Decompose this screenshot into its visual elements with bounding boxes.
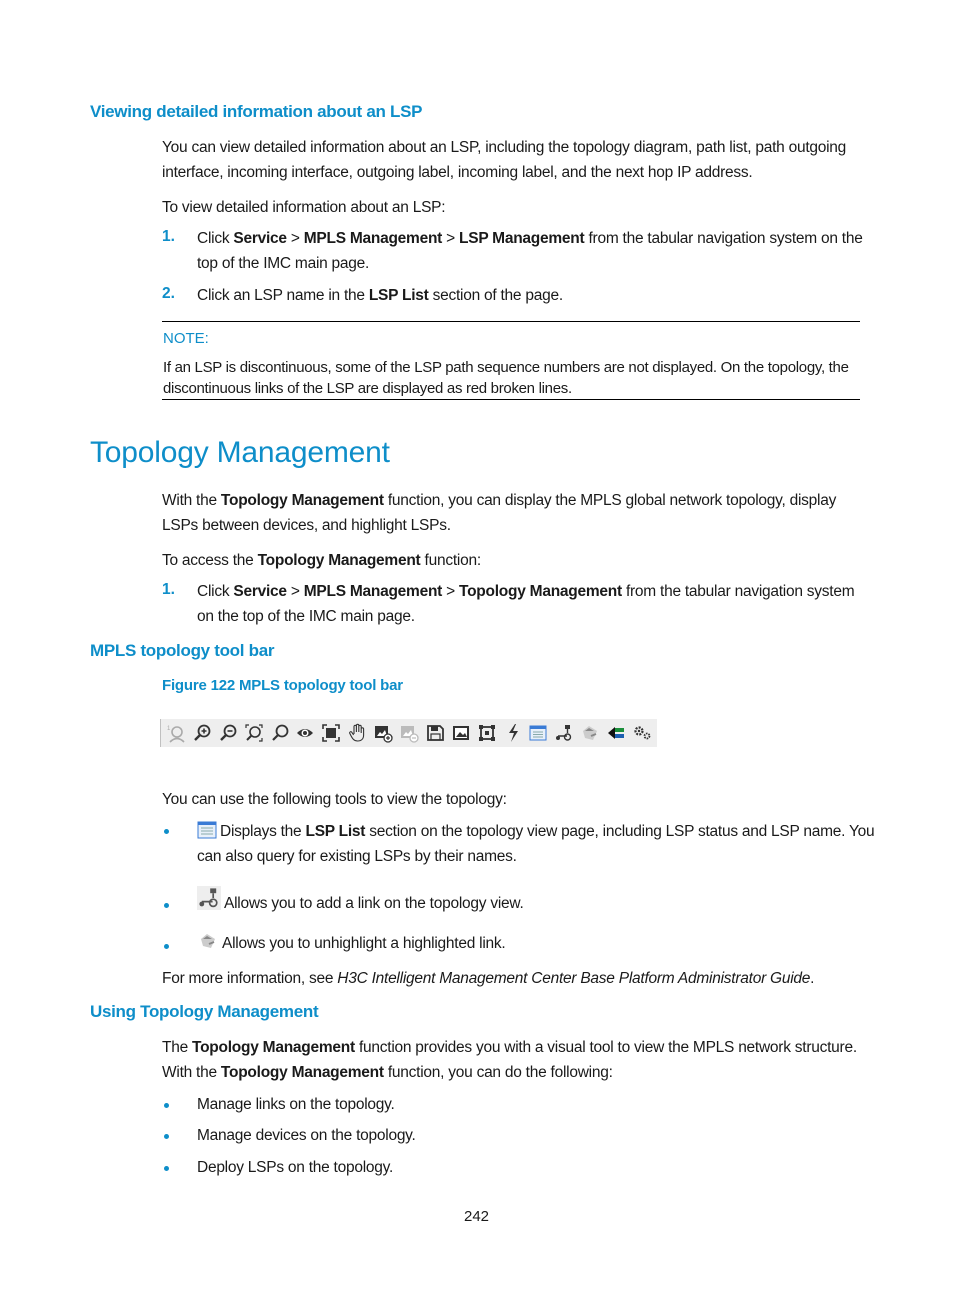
paragraph-intro: You can view detailed information about …	[162, 135, 872, 185]
note-text: If an LSP is discontinuous, some of the …	[163, 359, 849, 397]
list-item: Deploy LSPs on the topology.	[197, 1159, 394, 1176]
figure-caption: Figure 122 MPLS topology tool bar	[162, 677, 403, 694]
add-link-icon[interactable]	[553, 722, 575, 744]
step-number: 1.	[162, 581, 175, 598]
bullet-lsp-list: Displays the LSP List section on the top…	[197, 821, 875, 865]
step-1: Click Service > MPLS Management > LSP Ma…	[197, 230, 863, 272]
bullet-add-link: Allows you to add a link on the topology…	[197, 886, 524, 916]
select-zoom-icon[interactable]: 1	[165, 722, 187, 744]
bullet-dot	[164, 1166, 169, 1171]
intro-line-2: interface, incoming interface, outgoing …	[162, 164, 753, 181]
bullet-dot	[164, 1134, 169, 1139]
reference-guide-title: H3C Intelligent Management Center Base P…	[337, 970, 811, 987]
save-icon[interactable]	[424, 722, 446, 744]
intro-line-1: You can view detailed information about …	[162, 139, 847, 156]
note-bottom-rule	[162, 399, 860, 400]
note-label: NOTE:	[163, 330, 209, 347]
page-number: 242	[464, 1208, 490, 1225]
zoom-in-icon[interactable]	[191, 722, 213, 744]
paragraph-topology-intro: With the Topology Management function, y…	[162, 492, 837, 534]
paragraph-lead: To view detailed information about an LS…	[162, 199, 446, 216]
list-item: Manage devices on the topology.	[197, 1127, 416, 1144]
hand-pan-icon[interactable]	[346, 722, 368, 744]
paragraph-more-info: For more information, see H3C Intelligen…	[162, 970, 815, 987]
bullet-dot	[164, 944, 169, 949]
frame-icon[interactable]	[476, 722, 498, 744]
note-top-rule	[162, 321, 860, 322]
add-image-icon[interactable]	[372, 722, 394, 744]
add-link-icon	[197, 886, 221, 910]
image-icon[interactable]	[450, 722, 472, 744]
settings-gears-icon[interactable]	[631, 722, 653, 744]
unhighlight-icon[interactable]	[579, 722, 601, 744]
eye-icon[interactable]	[294, 722, 316, 744]
fullscreen-icon[interactable]	[320, 722, 342, 744]
bullet-dot	[164, 829, 169, 834]
section-heading-toolbar: MPLS topology tool bar	[90, 641, 275, 660]
step-access-topology: Click Service > MPLS Management > Topolo…	[197, 583, 855, 625]
mpls-topology-toolbar: 1	[160, 719, 657, 747]
section-heading-viewing-lsp: Viewing detailed information about an LS…	[90, 102, 423, 121]
bullet-dot	[164, 903, 169, 908]
fit-zoom-icon[interactable]	[243, 722, 265, 744]
step-number: 1.	[162, 228, 175, 245]
search-icon[interactable]	[269, 722, 291, 744]
highlight-arrow-icon[interactable]	[605, 722, 627, 744]
paragraph-using-intro: The Topology Management function provide…	[162, 1039, 857, 1081]
step-number: 2.	[162, 285, 175, 302]
zoom-out-icon[interactable]	[217, 722, 239, 744]
svg-text:1: 1	[167, 726, 171, 732]
paragraph-tools-lead: You can use the following tools to view …	[162, 791, 507, 808]
remove-image-icon[interactable]	[398, 722, 420, 744]
bullet-unhighlight: Allows you to unhighlight a highlighted …	[197, 931, 506, 956]
paragraph-access-lead: To access the Topology Management functi…	[162, 552, 481, 569]
lsp-list-icon[interactable]	[527, 722, 549, 744]
lightning-icon[interactable]	[502, 722, 524, 744]
section-heading-using-topology: Using Topology Management	[90, 1002, 319, 1021]
step-2: Click an LSP name in the LSP List sectio…	[197, 287, 563, 304]
unhighlight-icon	[197, 931, 219, 951]
list-item: Manage links on the topology.	[197, 1096, 395, 1113]
bullet-dot	[164, 1103, 169, 1108]
chapter-title: Topology Management	[90, 436, 390, 469]
lsp-list-icon	[197, 821, 217, 839]
